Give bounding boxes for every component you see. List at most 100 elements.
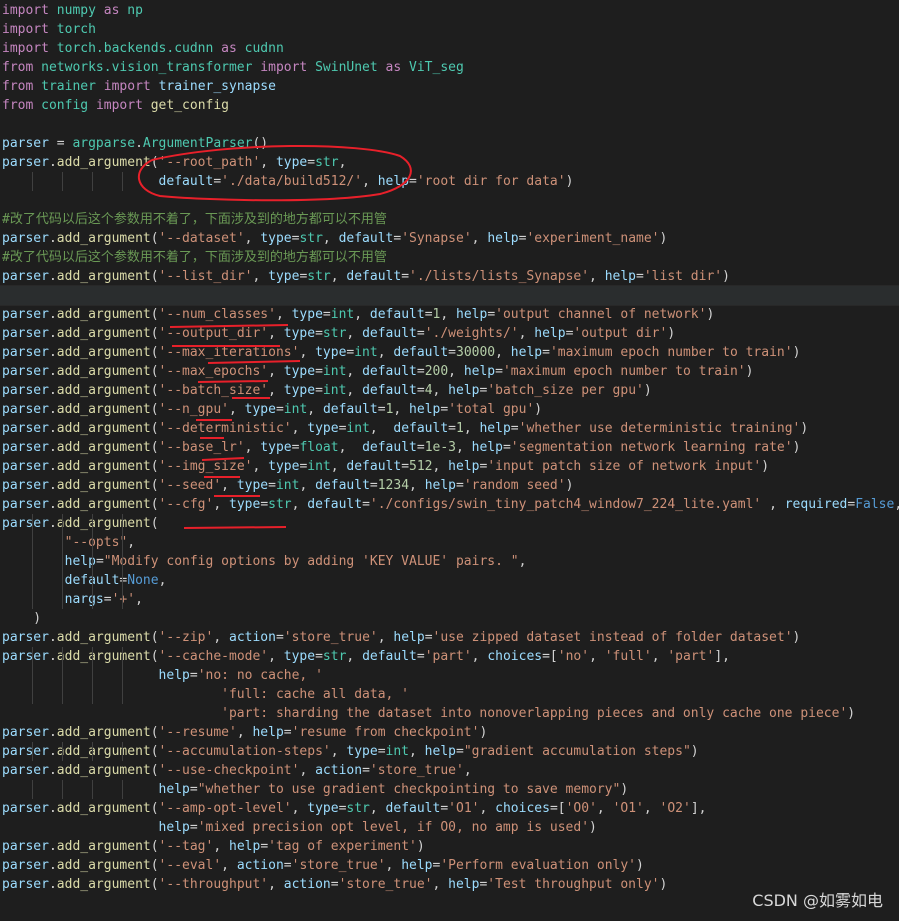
- code-token: .: [48, 307, 57, 322]
- code-line[interactable]: parser.add_argument('--eval', action='st…: [2, 856, 644, 875]
- code-line[interactable]: #改了代码以后这个参数用不着了，下面涉及到的地方都可以不用管: [2, 248, 387, 267]
- code-line[interactable]: help='no: no cache, ': [2, 666, 323, 685]
- code-line[interactable]: parser = argparse.ArgumentParser(): [2, 134, 268, 153]
- code-token: .: [48, 440, 57, 455]
- code-token: type: [346, 744, 378, 759]
- code-token: default: [393, 421, 449, 436]
- code-line[interactable]: default='./data/build512/', help='root d…: [2, 172, 574, 191]
- code-token: 'output dir': [573, 326, 668, 341]
- code-line[interactable]: parser.add_argument('--img_size', type = i…: [2, 457, 769, 476]
- code-line[interactable]: parser.add_argument('--seed', type=int, …: [2, 476, 573, 495]
- code-token: =: [448, 421, 456, 436]
- code-line[interactable]: parser.add_argument('--use-checkpoint', …: [2, 761, 472, 780]
- code-token: '--accumulation-steps': [158, 744, 331, 759]
- code-token: (: [150, 763, 159, 778]
- code-token: ): [659, 231, 668, 246]
- code-token: default: [362, 364, 417, 379]
- code-token: 'experiment_name': [526, 231, 660, 246]
- code-line[interactable]: ): [2, 609, 41, 628]
- code-line[interactable]: parser.add_argument('--max_iterations', …: [2, 343, 800, 362]
- code-line[interactable]: parser.add_argument('--tag', help='tag o…: [2, 837, 425, 856]
- code-token: =: [377, 402, 386, 417]
- code-token: .: [135, 136, 143, 151]
- code-token: (: [150, 801, 159, 816]
- indent-guide: [62, 514, 63, 609]
- code-line[interactable]: parser.add_argument('--amp-opt-level', t…: [2, 799, 707, 818]
- code-token: default: [346, 269, 402, 284]
- code-token: (: [150, 839, 159, 854]
- code-token: =: [260, 839, 269, 854]
- code-token: '--deterministic': [158, 421, 292, 436]
- code-line[interactable]: parser.add_argument('--root_path', type=…: [2, 153, 346, 172]
- code-line[interactable]: import torch.backends.cudnn as cudnn: [2, 39, 284, 58]
- code-token: False: [855, 497, 895, 512]
- code-line[interactable]: parser.add_argument('--resume', help='re…: [2, 723, 487, 742]
- code-line[interactable]: default=None,: [2, 571, 167, 590]
- code-line[interactable]: 'full: cache all data, ': [2, 685, 409, 704]
- code-token: ,: [471, 649, 488, 664]
- code-line[interactable]: parser.add_argument('--accumulation-step…: [2, 742, 699, 761]
- code-line[interactable]: parser.add_argument('--cfg', type=str, d…: [2, 495, 899, 514]
- code-line[interactable]: parser.add_argument('--list_dir', type = s…: [2, 267, 730, 286]
- code-line[interactable]: 'part: sharding the dataset into nonover…: [2, 704, 855, 723]
- code-editor[interactable]: import numpy as np import torch import tor…: [0, 0, 899, 921]
- code-line[interactable]: help="Modify config options by adding 'K…: [2, 552, 527, 571]
- code-token: type: [268, 459, 300, 474]
- code-line[interactable]: from networks.vision_transformer import …: [2, 58, 464, 77]
- code-line[interactable]: parser.add_argument('--output_dir', type…: [2, 324, 675, 343]
- code-token: help: [448, 459, 480, 474]
- code-token: config: [41, 98, 96, 113]
- code-token: cudnn: [244, 41, 284, 56]
- code-line[interactable]: parser.add_argument('--batch_size', type…: [2, 381, 652, 400]
- code-line[interactable]: help="whether to use gradient checkpoint…: [2, 780, 629, 799]
- code-line[interactable]: parser.add_argument('--num_classes', typ…: [2, 305, 714, 324]
- code-token: 1234: [377, 478, 410, 493]
- code-token: type: [307, 801, 339, 816]
- code-token: .: [48, 497, 57, 512]
- code-token: =: [189, 782, 198, 797]
- code-line[interactable]: parser.add_argument('--cache-mode', type…: [2, 647, 730, 666]
- code-line[interactable]: parser.add_argument(: [2, 514, 159, 533]
- code-line[interactable]: parser.add_argument('--throughput', acti…: [2, 875, 667, 894]
- code-token: int: [354, 345, 378, 360]
- code-token: =: [487, 307, 496, 322]
- code-token: ,: [268, 877, 284, 892]
- code-line[interactable]: import torch: [2, 20, 96, 39]
- code-token: type: [275, 155, 308, 170]
- code-token: =: [260, 497, 269, 512]
- code-token: ,: [448, 364, 464, 379]
- code-line[interactable]: #改了代码以后这个参数用不着了，下面涉及到的地方都可以不用管: [2, 210, 387, 229]
- code-token: type: [283, 326, 316, 341]
- code-token: ): [643, 383, 652, 398]
- code-token: ,: [432, 383, 449, 398]
- code-token: (: [150, 649, 159, 664]
- code-token: add_argument: [56, 155, 151, 170]
- code-line[interactable]: parser.add_argument('--dataset', type=st…: [2, 229, 667, 248]
- code-token: add_argument: [56, 307, 151, 322]
- code-line[interactable]: [0, 285, 899, 306]
- code-line[interactable]: parser.add_argument('--n_gpu', type=int,…: [2, 400, 542, 419]
- code-line[interactable]: parser.add_argument('--base_lr', type = fl…: [2, 438, 800, 457]
- code-token: add_argument: [56, 497, 151, 512]
- code-token: ,: [651, 649, 668, 664]
- indent-guide: [122, 172, 123, 191]
- code-token: parser: [2, 839, 49, 854]
- code-token: =: [401, 459, 410, 474]
- code-line[interactable]: from config import get_config: [2, 96, 229, 115]
- code-token: =: [416, 383, 425, 398]
- code-line[interactable]: help='mixed precision opt level, if O0, …: [2, 818, 597, 837]
- code-line[interactable]: parser.add_argument('--deterministic', t…: [2, 419, 808, 438]
- code-token: =: [456, 478, 464, 493]
- code-line[interactable]: import numpy as np: [2, 1, 143, 20]
- code-token: 'part': [667, 649, 715, 664]
- code-token: 'O1': [448, 801, 480, 816]
- code-line[interactable]: parser.add_argument('--zip', action='sto…: [2, 628, 800, 647]
- code-token: ,: [409, 744, 425, 759]
- code-line[interactable]: from trainer import trainer_synapse: [2, 77, 276, 96]
- code-line[interactable]: parser.add_argument('--max_epochs', type…: [2, 362, 753, 381]
- code-line[interactable]: "--opts",: [2, 533, 135, 552]
- code-token: ,: [456, 440, 472, 455]
